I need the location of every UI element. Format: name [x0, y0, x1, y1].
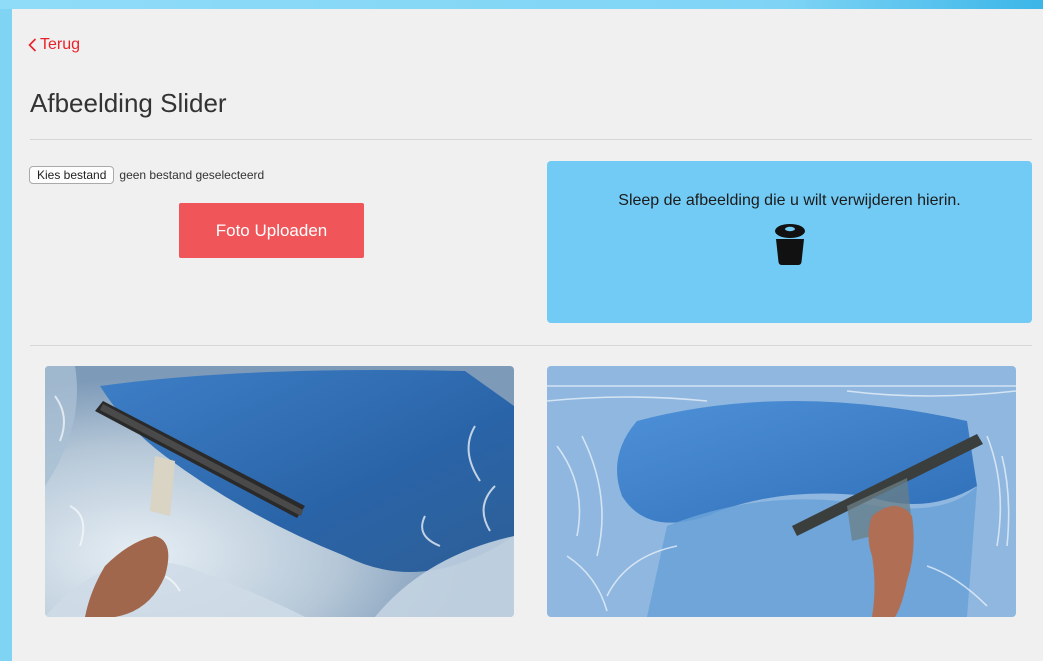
file-picker: Kies bestand geen bestand geselecteerd — [29, 166, 264, 184]
slider-image-1[interactable] — [45, 366, 514, 617]
section-divider — [30, 345, 1032, 346]
title-divider — [30, 139, 1032, 140]
choose-file-button[interactable]: Kies bestand — [29, 166, 115, 184]
page-title: Afbeelding Slider — [30, 88, 227, 118]
slider-image-1-picture — [45, 366, 514, 617]
slider-image-2[interactable] — [547, 366, 1016, 617]
window-top-band — [0, 0, 1043, 9]
back-link-label: Terug — [40, 36, 81, 53]
file-status: geen bestand geselecteerd — [119, 168, 265, 182]
back-link[interactable]: Terug — [28, 36, 80, 54]
trash-icon — [774, 224, 805, 265]
upload-photo-button[interactable]: Foto Uploaden — [179, 203, 364, 258]
delete-dropzone[interactable]: Sleep de afbeelding die u wilt verwijder… — [547, 161, 1032, 323]
slider-image-2-picture — [547, 366, 1016, 617]
dropzone-instruction: Sleep de afbeelding die u wilt verwijder… — [618, 192, 961, 209]
chevron-left-icon — [28, 38, 37, 52]
